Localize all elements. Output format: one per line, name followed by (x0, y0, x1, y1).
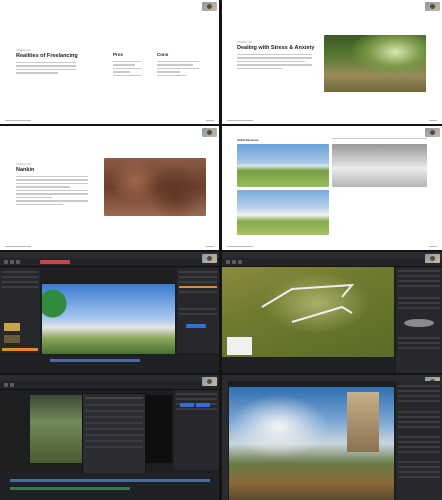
slide-page-number (206, 245, 214, 247)
tool-icon[interactable] (232, 260, 236, 264)
status-bar (222, 358, 394, 373)
gallery-label: Initial Blockout (237, 138, 259, 142)
toolbar (0, 258, 219, 267)
slide-eyebrow: Chapter 03 (16, 162, 31, 166)
screenshot-grid: { "slides": { "freelancing": { "eyebrow"… (0, 0, 442, 500)
tool-icon[interactable] (10, 260, 14, 264)
slide-nankin: Chapter 03 Nankin (0, 126, 219, 250)
slide-title: Dealing with Stress & Anxiety (237, 45, 315, 51)
webcam-icon (425, 2, 440, 11)
rocky-ground-image (104, 158, 206, 216)
pros-list (113, 61, 141, 78)
slide-eyebrow: Chapter 02 (237, 40, 252, 44)
slide-body (16, 62, 76, 76)
editor-window-3 (0, 375, 219, 500)
slide-title: Realities of Freelancing (16, 53, 78, 59)
editor-window-2 (222, 252, 442, 373)
viewport-scene[interactable] (222, 267, 394, 357)
tool-icon[interactable] (16, 260, 20, 264)
ruins-tower (347, 392, 379, 452)
toolbar (222, 258, 442, 267)
webcam-icon (202, 377, 217, 386)
forest-path-image (324, 35, 426, 92)
slide-footer (227, 119, 253, 121)
content-browser-panel (0, 268, 40, 353)
slide-eyebrow: Chapter 01 (16, 48, 31, 52)
tool-icon[interactable] (4, 383, 8, 387)
webcam-icon (202, 2, 217, 11)
blockout-render-1 (237, 144, 329, 187)
timeline-panel (0, 473, 219, 500)
preview-viewport[interactable] (146, 395, 172, 463)
pros-heading: Pros (113, 52, 124, 57)
blockout-render-2 (332, 144, 427, 187)
details-panel (396, 267, 442, 373)
record-bar[interactable] (40, 260, 70, 264)
toolbar (0, 381, 219, 390)
apply-button[interactable] (186, 324, 206, 328)
slide-footer (5, 119, 31, 121)
slide-stress: Chapter 02 Dealing with Stress & Anxiety (222, 0, 442, 124)
timeline-track[interactable] (50, 359, 140, 362)
slide-page-number (429, 119, 437, 121)
canvas-painting[interactable] (229, 387, 394, 500)
editor-window-1 (0, 252, 219, 373)
slide-freelancing: Chapter 01 Realities of Freelancing Pros… (0, 0, 219, 124)
slide-title: Nankin (16, 167, 35, 173)
paint-app-window (222, 375, 442, 500)
confirm-button[interactable] (180, 403, 194, 407)
slide-page-number (429, 245, 437, 247)
tool-icon[interactable] (10, 383, 14, 387)
webcam-icon (425, 128, 440, 137)
cons-heading: Cons (157, 52, 169, 57)
blockout-arches (227, 283, 355, 355)
blockout-render-3 (237, 190, 329, 235)
gallery-caption (332, 138, 427, 141)
webcam-icon (425, 254, 440, 263)
viewport-scene[interactable] (30, 395, 82, 463)
layers-panel (396, 381, 442, 500)
slide-page-number (206, 119, 214, 121)
tools-palette (222, 381, 228, 500)
slide-footer (227, 245, 253, 247)
timeline-track[interactable] (10, 487, 130, 490)
slide-body (237, 54, 312, 71)
details-panel (174, 390, 219, 470)
webcam-icon (202, 128, 217, 137)
confirm-button[interactable] (196, 403, 210, 407)
tool-icon[interactable] (226, 260, 230, 264)
tool-icon[interactable] (4, 260, 8, 264)
viewport-scene[interactable] (42, 284, 175, 354)
slide-gallery: Initial Blockout (222, 126, 442, 250)
webcam-icon (202, 254, 217, 263)
tool-icon[interactable] (238, 260, 242, 264)
slide-footer (5, 245, 31, 247)
timeline-track[interactable] (10, 479, 210, 482)
timeline-panel (0, 355, 219, 373)
slide-body (16, 176, 88, 207)
settings-dialog[interactable] (82, 393, 146, 475)
cons-list (157, 61, 199, 78)
outliner-panel (177, 268, 219, 353)
